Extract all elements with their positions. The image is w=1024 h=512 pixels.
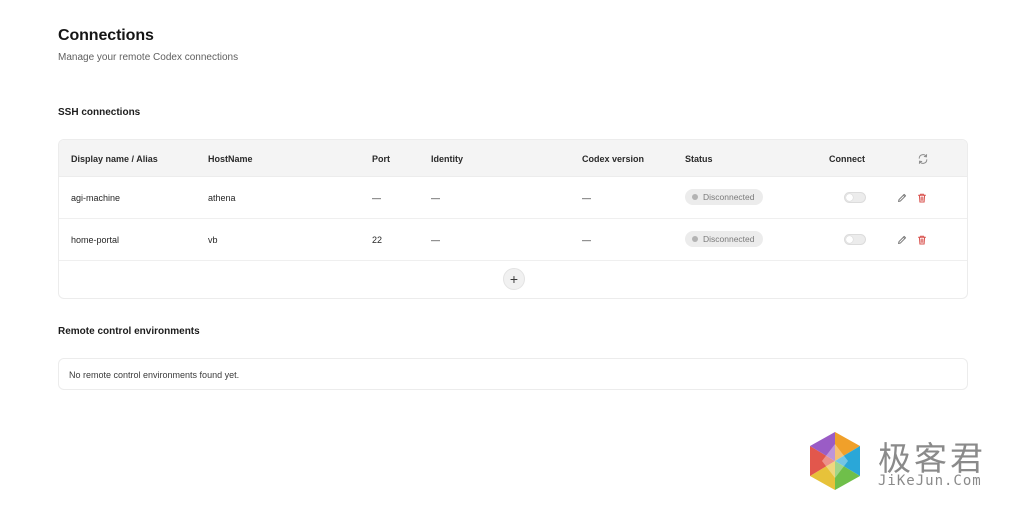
ssh-section-title: SSH connections <box>58 107 141 118</box>
status-text: Disconnected <box>703 192 755 202</box>
edit-button[interactable] <box>896 191 908 203</box>
status-dot-icon <box>692 194 698 200</box>
watermark-logo-icon <box>810 432 860 490</box>
pencil-icon <box>898 193 907 202</box>
column-header-status: Status <box>685 154 713 164</box>
watermark: 极客君 JiKeJun.Com <box>804 428 1004 498</box>
pencil-icon <box>898 235 907 244</box>
status-text: Disconnected <box>703 234 755 244</box>
table-row: home-portal vb 22 — — Disconnected <box>59 219 967 261</box>
trash-icon <box>918 193 926 203</box>
watermark-text-en: JiKeJun.Com <box>878 473 982 489</box>
delete-button[interactable] <box>916 233 928 245</box>
add-connection-button[interactable]: + <box>503 268 525 290</box>
remote-section-title: Remote control environments <box>58 326 200 337</box>
cell-codex-version: — <box>582 235 591 245</box>
add-connection-row: + <box>59 261 967 298</box>
column-header-connect: Connect <box>829 154 865 164</box>
cell-hostname: athena <box>208 193 236 203</box>
ssh-connections-table: Display name / Alias HostName Port Ident… <box>58 139 968 299</box>
cell-identity: — <box>431 235 440 245</box>
table-row: agi-machine athena — — — Disconnected <box>59 177 967 219</box>
refresh-icon[interactable] <box>917 152 929 164</box>
cell-port: 22 <box>372 235 383 245</box>
column-header-hostname: HostName <box>208 154 253 164</box>
cell-codex-version: — <box>582 193 591 203</box>
column-header-codex-version: Codex version <box>582 154 645 164</box>
empty-state-text: No remote control environments found yet… <box>69 370 240 380</box>
toggle-knob <box>846 194 853 201</box>
delete-button[interactable] <box>916 191 928 203</box>
page-subtitle: Manage your remote Codex connections <box>58 52 239 63</box>
status-dot-icon <box>692 236 698 242</box>
status-badge: Disconnected <box>685 189 763 205</box>
column-header-display-name: Display name / Alias <box>71 154 158 164</box>
edit-button[interactable] <box>896 233 908 245</box>
column-header-identity: Identity <box>431 154 464 164</box>
page-title: Connections <box>58 27 154 44</box>
status-badge: Disconnected <box>685 231 763 247</box>
column-header-port: Port <box>372 154 390 164</box>
table-header: Display name / Alias HostName Port Ident… <box>59 140 967 177</box>
connect-toggle[interactable] <box>844 234 866 245</box>
cell-hostname: vb <box>208 235 218 245</box>
cell-port: — <box>372 193 381 203</box>
toggle-knob <box>846 236 853 243</box>
trash-icon <box>918 235 926 245</box>
cell-identity: — <box>431 193 440 203</box>
plus-icon: + <box>509 271 519 287</box>
connections-page: Connections Manage your remote Codex con… <box>0 0 1024 512</box>
remote-environments-empty-state: No remote control environments found yet… <box>58 358 968 390</box>
connect-toggle[interactable] <box>844 192 866 203</box>
cell-display-name: agi-machine <box>71 193 121 203</box>
cell-display-name: home-portal <box>71 235 120 245</box>
